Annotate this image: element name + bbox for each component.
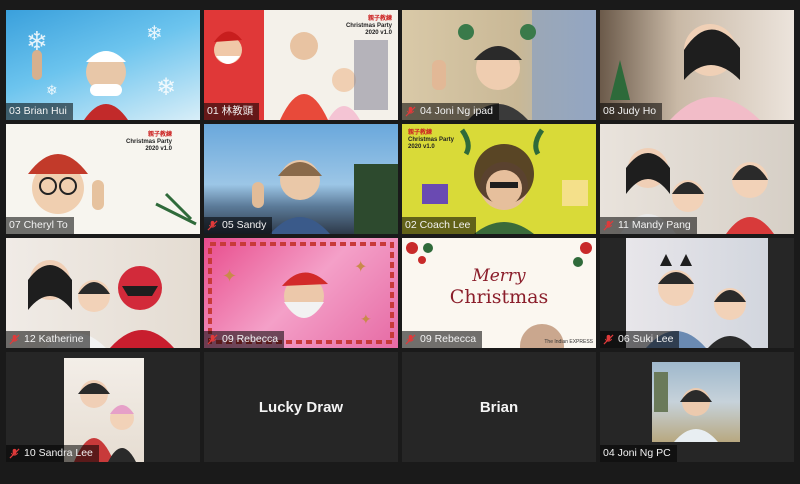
participant-name-label: 11 Mandy Pang xyxy=(600,217,697,234)
muted-mic-icon xyxy=(207,334,218,345)
svg-text:❄: ❄ xyxy=(46,82,58,98)
video-tile-joni-ng-ipad[interactable]: 04 Joni Ng ipad xyxy=(402,10,596,120)
banner-org: 親子教練 xyxy=(148,132,173,138)
participant-name: 05 Sandy xyxy=(222,219,267,231)
participant-name-label: 05 Sandy xyxy=(204,217,273,234)
video-tile-brian-hui[interactable]: ❄ ❄ ❄ ❄ 03 Brian Hui xyxy=(6,10,200,120)
video-tile-katherine[interactable]: 12 Katherine xyxy=(6,238,200,348)
video-tile-cheryl-to[interactable]: 親子教練 Christmas Party 2020 v1.0 07 Cheryl… xyxy=(6,124,200,234)
participant-name-label: 03 Brian Hui xyxy=(6,103,73,120)
participant-name: 04 Joni Ng PC xyxy=(603,447,671,459)
muted-mic-icon xyxy=(603,220,614,231)
participant-name: 12 Katherine xyxy=(24,333,84,345)
participant-name: 11 Mandy Pang xyxy=(618,219,691,231)
participant-name: 06 Suki Lee xyxy=(618,333,674,345)
banner-org: 親子教練 xyxy=(367,16,392,22)
participant-name: 07 Cheryl To xyxy=(9,219,68,231)
banner-title: Christmas Party xyxy=(126,139,173,145)
participant-name: 03 Brian Hui xyxy=(9,105,67,117)
gallery-grid: ❄ ❄ ❄ ❄ 03 Brian Hui 親子教練 Christmas Part… xyxy=(6,10,794,462)
banner-version: 2020 v1.0 xyxy=(145,146,173,152)
participant-name: 01 林教頭 xyxy=(207,105,254,117)
video-tile-coach-lee[interactable]: 親子教練 Christmas Party 2020 v1.0 02 Coach … xyxy=(402,124,596,234)
video-tile-judy-ho[interactable]: 08 Judy Ho xyxy=(600,10,794,120)
video-tile-lin[interactable]: 親子教練 Christmas Party 2020 v1.0 01 林教頭 xyxy=(204,10,398,120)
participant-name-label: 08 Judy Ho xyxy=(600,103,663,120)
banner-org: 親子教練 xyxy=(408,130,433,136)
muted-mic-icon xyxy=(9,448,20,459)
muted-mic-icon xyxy=(405,334,416,345)
svg-text:✦: ✦ xyxy=(354,259,367,276)
banner-version: 2020 v1.0 xyxy=(365,30,392,36)
video-tile-rebecca-share[interactable]: Merry Christmas The Indian EXPRESS 09 Re… xyxy=(402,238,596,348)
video-tile-sandra-lee[interactable]: 10 Sandra Lee xyxy=(6,352,200,462)
participant-name-label: 01 林教頭 xyxy=(204,103,260,120)
participant-name-label: 07 Cheryl To xyxy=(6,217,74,234)
participant-name: 09 Rebecca xyxy=(222,333,279,345)
video-tile-brian[interactable]: Brian xyxy=(402,352,596,462)
participant-name-label: 09 Rebecca xyxy=(402,331,483,348)
merry-line2: Christmas xyxy=(449,286,549,308)
participant-name-center: Brian xyxy=(479,398,519,416)
muted-mic-icon xyxy=(207,220,218,231)
banner-title: Christmas Party xyxy=(345,23,392,29)
watermark: The Indian EXPRESS xyxy=(544,339,593,345)
participant-name: 02 Coach Lee xyxy=(405,219,471,231)
video-tile-mandy-pang[interactable]: 11 Mandy Pang xyxy=(600,124,794,234)
video-tile-lucky-draw[interactable]: Lucky Draw xyxy=(204,352,398,462)
participant-name-label: 10 Sandra Lee xyxy=(6,445,99,462)
muted-mic-icon xyxy=(603,334,614,345)
muted-mic-icon xyxy=(9,334,20,345)
banner-version: 2020 v1.0 xyxy=(408,144,435,150)
participant-name: 08 Judy Ho xyxy=(603,105,657,117)
svg-text:✦: ✦ xyxy=(222,266,237,286)
banner-title: Christmas Party xyxy=(408,137,455,143)
svg-text:❄: ❄ xyxy=(146,23,163,45)
video-tile-joni-ng-pc[interactable]: 04 Joni Ng PC xyxy=(600,352,794,462)
participant-name-label: 04 Joni Ng PC xyxy=(600,445,677,462)
participant-name-label: 09 Rebecca xyxy=(204,331,285,348)
video-tile-rebecca-camera[interactable]: ✦ ✦ ✦ 09 Rebecca xyxy=(204,238,398,348)
participant-name: 04 Joni Ng ipad xyxy=(420,105,493,117)
participant-name-label: 02 Coach Lee xyxy=(402,217,477,234)
svg-text:✦: ✦ xyxy=(360,311,372,327)
video-tile-sandy[interactable]: 05 Sandy xyxy=(204,124,398,234)
participant-name-label: 06 Suki Lee xyxy=(600,331,680,348)
video-tile-suki-lee[interactable]: 06 Suki Lee xyxy=(600,238,794,348)
merry-christmas-text: Merry Christmas xyxy=(402,266,596,308)
participant-name: 09 Rebecca xyxy=(420,333,477,345)
participant-name-center: Lucky Draw xyxy=(258,398,344,416)
participant-name: 10 Sandra Lee xyxy=(24,447,93,459)
merry-line1: Merry xyxy=(472,266,526,286)
muted-mic-icon xyxy=(405,106,416,117)
participant-name-label: 04 Joni Ng ipad xyxy=(402,103,499,120)
participant-name-label: 12 Katherine xyxy=(6,331,90,348)
svg-text:❄: ❄ xyxy=(156,74,176,101)
video-feed xyxy=(652,362,740,442)
